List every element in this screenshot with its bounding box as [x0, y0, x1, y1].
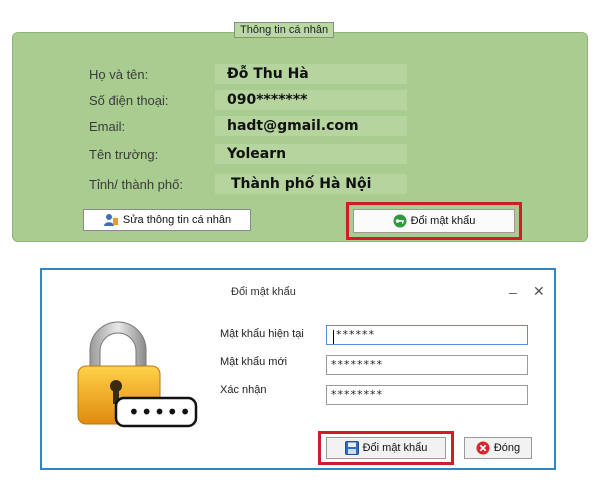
- lock-password-dots: •••••: [128, 400, 192, 424]
- confirm-password-label: Xác nhận: [220, 384, 267, 396]
- panel-legend: Thông tin cá nhân: [234, 22, 335, 38]
- change-password-label-top: Đổi mật khẩu: [410, 215, 476, 227]
- info-row-phone: Số điện thoại: 090*******: [13, 90, 589, 112]
- dialog-title: Đổi mật khẩu: [231, 286, 296, 298]
- city-value: Thành phố Hà Nội: [231, 176, 372, 192]
- info-row-email: Email: hadt@gmail.com: [13, 116, 589, 138]
- new-password-input[interactable]: ********: [326, 355, 528, 375]
- city-label: Tỉnh/ thành phố:: [89, 177, 183, 192]
- confirm-password-input[interactable]: ********: [326, 385, 528, 405]
- current-password-input[interactable]: ******: [326, 325, 528, 345]
- new-password-label: Mật khẩu mới: [220, 356, 288, 368]
- save-icon: [344, 441, 359, 455]
- key-icon: [393, 214, 407, 228]
- minimize-button[interactable]: –: [509, 284, 517, 300]
- edit-profile-button[interactable]: Sửa thông tin cá nhân: [83, 209, 251, 231]
- user-edit-icon: [103, 214, 118, 226]
- text-caret: [333, 330, 334, 344]
- cancel-icon: [476, 441, 490, 455]
- name-label: Họ và tên:: [89, 67, 149, 82]
- confirm-change-password-button[interactable]: Đổi mật khẩu: [326, 437, 446, 459]
- school-label: Tên trường:: [89, 147, 159, 162]
- info-row-name: Họ và tên: Đỗ Thu Hà: [13, 64, 589, 86]
- change-password-button-top[interactable]: Đổi mật khẩu: [353, 209, 515, 233]
- phone-value: 090*******: [227, 92, 308, 108]
- edit-profile-label: Sửa thông tin cá nhân: [122, 214, 232, 226]
- confirm-change-password-label: Đổi mật khẩu: [362, 442, 428, 454]
- close-window-button[interactable]: ✕: [533, 283, 545, 300]
- close-dialog-label: Đóng: [493, 442, 521, 454]
- current-password-label: Mật khẩu hiện tại: [220, 328, 304, 340]
- close-dialog-button[interactable]: Đóng: [464, 437, 532, 459]
- email-label: Email:: [89, 119, 126, 134]
- name-value: Đỗ Thu Hà: [227, 66, 309, 82]
- info-row-city: Tỉnh/ thành phố: Thành phố Hà Nội: [13, 174, 589, 196]
- phone-label: Số điện thoại:: [89, 93, 169, 108]
- email-value: hadt@gmail.com: [227, 118, 359, 134]
- school-value: Yolearn: [227, 146, 287, 162]
- info-row-school: Tên trường: Yolearn: [13, 144, 589, 166]
